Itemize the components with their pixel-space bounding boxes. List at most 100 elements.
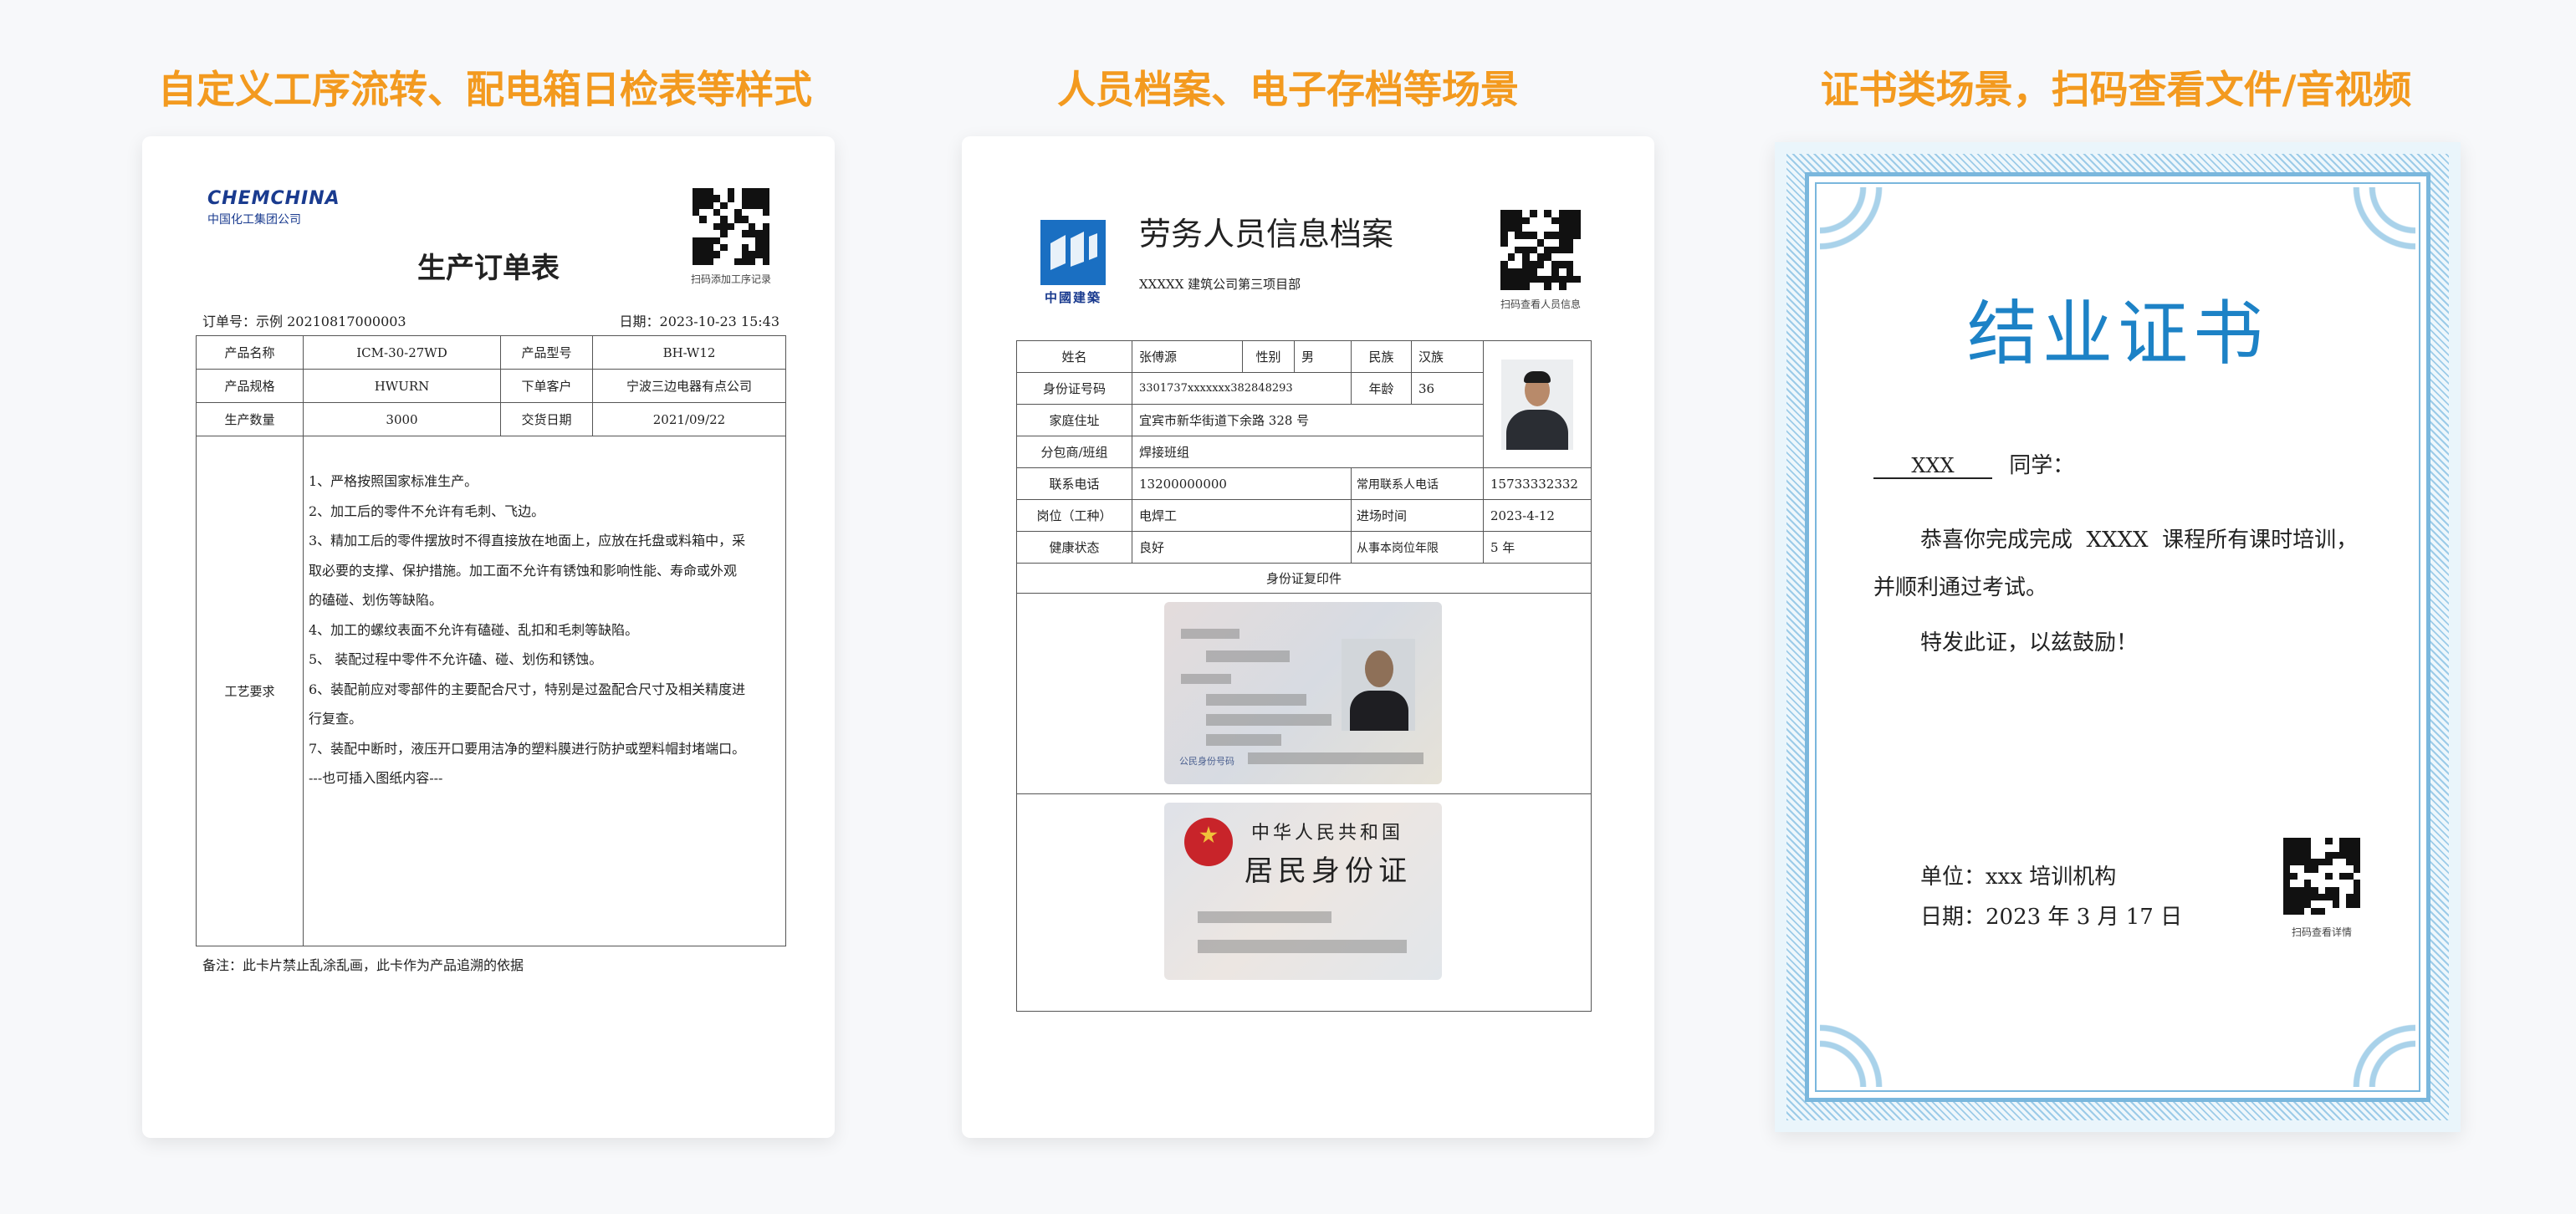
production-order-card: CHEMCHINA 中国化工集团公司 扫码添加工序记录 生产订单表 订单号：示例… bbox=[142, 136, 835, 1138]
table-row: 产品名称 ICM-30-27WD 产品型号 BH-W12 bbox=[196, 335, 786, 370]
table-row: 健康状态 良好 从事本岗位年限 5 年 bbox=[1016, 531, 1592, 564]
person-photo bbox=[1501, 359, 1573, 450]
heading-right: 证书类场景，扫码查看文件/音视频 bbox=[1820, 67, 2412, 112]
qr-caption: 扫码查看人员信息 bbox=[1500, 298, 1581, 310]
order-number: 订单号：示例 20210817000003 bbox=[202, 314, 406, 329]
process-line: 的磕碰、划伤等缺陷。 bbox=[309, 592, 443, 608]
table-cell: 姓名 bbox=[1016, 340, 1132, 373]
process-line: 6、装配前应对零部件的主要配合尺寸，特别是过盈配合尺寸及相关精度进 bbox=[309, 681, 746, 697]
process-line: 1、严格按照国家标准生产。 bbox=[309, 473, 478, 489]
table-cell: 性别 bbox=[1242, 340, 1295, 373]
table-cell: 宜宾市新华街道下余路 328 号 bbox=[1132, 404, 1484, 436]
table-row: 产品规格 HWURN 下单客户 宁波三边电器有点公司 bbox=[196, 369, 786, 403]
table-cell: 3000 bbox=[303, 402, 501, 436]
process-line: 取必要的支撑、保护措施。加工面不允许有锈蚀和影响性能、寿命或外观 bbox=[309, 562, 738, 579]
table-cell: 进场时间 bbox=[1351, 499, 1484, 532]
table-cell: 民族 bbox=[1351, 340, 1412, 373]
id-back-cell: 中华人民共和国 居民身份证 bbox=[1016, 793, 1592, 1012]
table-cell: 电焊工 bbox=[1132, 499, 1352, 532]
table-cell: 岗位（工种） bbox=[1016, 499, 1132, 532]
archive-subtitle: XXXXX 建筑公司第三项目部 bbox=[1139, 277, 1301, 292]
table-cell: 生产数量 bbox=[196, 402, 304, 436]
table-row: 姓名 张傅源 性别 男 民族 汉族 bbox=[1016, 340, 1592, 468]
table-cell: 产品规格 bbox=[196, 369, 304, 403]
person-hair bbox=[1524, 370, 1551, 383]
table-cell: 2021/09/22 bbox=[592, 402, 786, 436]
table-cell: 张傅源 bbox=[1132, 340, 1243, 373]
table-cell: ICM-30-27WD bbox=[303, 335, 501, 370]
id-front-cell: 公民身份号码 bbox=[1016, 593, 1592, 794]
table-cell: 健康状态 bbox=[1016, 531, 1132, 564]
table-cell: 交货日期 bbox=[500, 402, 593, 436]
table-cell: 年龄 bbox=[1351, 372, 1412, 405]
table-cell: 产品名称 bbox=[196, 335, 304, 370]
table-cell: 分包商/班组 bbox=[1016, 436, 1132, 468]
id-back-title: 居民身份证 bbox=[1245, 854, 1412, 888]
heading-left: 自定义工序流转、配电箱日检表等样式 bbox=[158, 67, 812, 112]
cscec-logo: 中國建築 bbox=[1037, 220, 1109, 306]
table-cell: 男 bbox=[1294, 340, 1352, 373]
qr-caption: 扫码查看详情 bbox=[2291, 926, 2352, 938]
table-row: 工艺要求 1、严格按照国家标准生产。 2、加工后的零件不允许有毛刺、飞边。 3、… bbox=[196, 436, 786, 946]
heading-middle: 人员档案、电子存档等场景 bbox=[1057, 67, 1519, 112]
table-cell: 15733332332 bbox=[1483, 467, 1592, 500]
cert-body-line-3: 特发此证，以兹鼓励！ bbox=[1920, 630, 2139, 655]
process-line: 2、加工后的零件不允许有毛刺、飞边。 bbox=[309, 502, 545, 519]
certificate-card: 结业证书 XXX 同学： 恭喜你完成完成 XXXX 课程所有课时培训， 并顺利通… bbox=[1775, 142, 2461, 1132]
table-cell: BH-W12 bbox=[592, 335, 786, 370]
student-name-placeholder: XXX bbox=[1873, 454, 1992, 479]
cscec-mark-icon bbox=[1050, 232, 1097, 270]
chemchina-logo: CHEMCHINA 中国化工集团公司 bbox=[207, 188, 340, 227]
id-number-label: 公民身份号码 bbox=[1179, 756, 1234, 767]
page-title: 生产订单表 bbox=[417, 252, 560, 285]
greeting-line: XXX 同学： bbox=[1873, 448, 2074, 479]
id-back-country: 中华人民共和国 bbox=[1251, 823, 1404, 844]
process-line: 5、 装配过程中零件不允许磕、碰、划伤和锈蚀。 bbox=[309, 651, 603, 667]
certificate-title: 结业证书 bbox=[1966, 293, 2268, 375]
table-cell: 联系电话 bbox=[1016, 467, 1132, 500]
table-cell: 下单客户 bbox=[500, 369, 593, 403]
process-line: 行复查。 bbox=[309, 711, 363, 727]
personnel-archive-card: 中國建築 劳务人员信息档案 XXXXX 建筑公司第三项目部 扫码查看人员信息 姓… bbox=[962, 136, 1654, 1138]
greeting-suffix: 同学： bbox=[2009, 453, 2075, 478]
logo-cn-text: 中国化工集团公司 bbox=[207, 213, 301, 227]
table-cell: 36 bbox=[1411, 372, 1484, 405]
process-line: 3、精加工后的零件摆放时不得直接放在地面上，应放在托盘或料箱中，采 bbox=[309, 533, 746, 548]
qr-code-icon[interactable] bbox=[2283, 838, 2360, 915]
table-cell: 2023-4-12 bbox=[1483, 499, 1592, 532]
table-cell: 汉族 bbox=[1411, 340, 1484, 373]
table-cell: 家庭住址 bbox=[1016, 404, 1132, 436]
process-label: 工艺要求 bbox=[196, 436, 304, 946]
cert-body-line-1: 恭喜你完成完成 XXXX 课程所有课时培训， bbox=[1920, 528, 2359, 553]
logo-en-text: CHEMCHINA bbox=[207, 188, 340, 209]
national-emblem-icon bbox=[1184, 818, 1233, 866]
process-list: 1、严格按照国家标准生产。 2、加工后的零件不允许有毛刺、飞边。 3、精加工后的… bbox=[309, 467, 777, 793]
table-row: 中华人民共和国 居民身份证 bbox=[1016, 793, 1592, 1012]
footnote: 备注：此卡片禁止乱涂乱画，此卡作为产品追溯的依据 bbox=[202, 957, 524, 973]
id-card-front: 公民身份号码 bbox=[1164, 602, 1442, 784]
photo-cell bbox=[1483, 340, 1592, 468]
process-requirements: 1、严格按照国家标准生产。 2、加工后的零件不允许有毛刺、飞边。 3、精加工后的… bbox=[303, 436, 786, 946]
cscec-logo-icon bbox=[1040, 220, 1106, 285]
id-portrait bbox=[1342, 639, 1415, 731]
table-cell: HWURN bbox=[303, 369, 501, 403]
table-cell: 13200000000 bbox=[1132, 467, 1352, 500]
qr-code-icon[interactable] bbox=[1500, 210, 1581, 290]
table-cell: 产品型号 bbox=[500, 335, 593, 370]
table-cell: 身份证号码 bbox=[1016, 372, 1132, 405]
process-line: ---也可插入图纸内容--- bbox=[309, 770, 443, 786]
process-line: 7、装配中断时，液压开口要用洁净的塑料膜进行防护或塑料帽封堵端口。 bbox=[309, 740, 746, 757]
table-row: 岗位（工种） 电焊工 进场时间 2023-4-12 bbox=[1016, 499, 1592, 532]
table-row: 身份证复印件 bbox=[1016, 563, 1592, 594]
table-row: 生产数量 3000 交货日期 2021/09/22 bbox=[196, 402, 786, 436]
logo-cn-text: 中國建築 bbox=[1044, 290, 1101, 305]
order-date: 日期：2023-10-23 15:43 bbox=[619, 314, 779, 329]
process-line: 4、加工的螺纹表面不允许有磕碰、乱扣和毛刺等缺陷。 bbox=[309, 621, 639, 638]
archive-title: 劳务人员信息档案 bbox=[1139, 216, 1394, 252]
id-card-back: 中华人民共和国 居民身份证 bbox=[1164, 803, 1442, 980]
table-cell: 良好 bbox=[1132, 531, 1352, 564]
order-table: 产品名称 ICM-30-27WD 产品型号 BH-W12 产品规格 HWURN … bbox=[196, 335, 786, 946]
issue-date: 日期：2023 年 3 月 17 日 bbox=[1920, 905, 2183, 930]
table-row: 公民身份号码 bbox=[1016, 593, 1592, 794]
table-cell: 常用联系人电话 bbox=[1351, 467, 1484, 500]
